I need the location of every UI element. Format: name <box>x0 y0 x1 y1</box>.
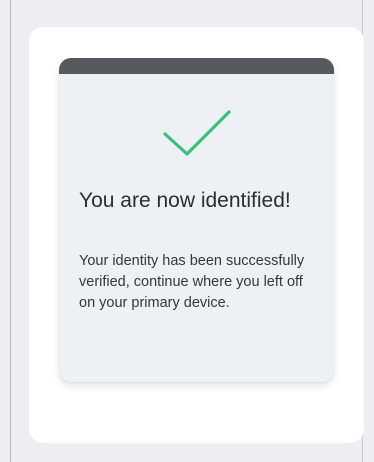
confirmation-card: You are now identified! Your identity ha… <box>59 58 334 382</box>
page-background: You are now identified! Your identity ha… <box>0 0 374 462</box>
checkmark-icon <box>163 110 231 156</box>
confirmation-title: You are now identified! <box>79 189 291 212</box>
frame-divider-left <box>10 0 11 462</box>
confirmation-message: Your identity has been successfully veri… <box>79 253 305 311</box>
card-header-bar <box>59 58 334 74</box>
